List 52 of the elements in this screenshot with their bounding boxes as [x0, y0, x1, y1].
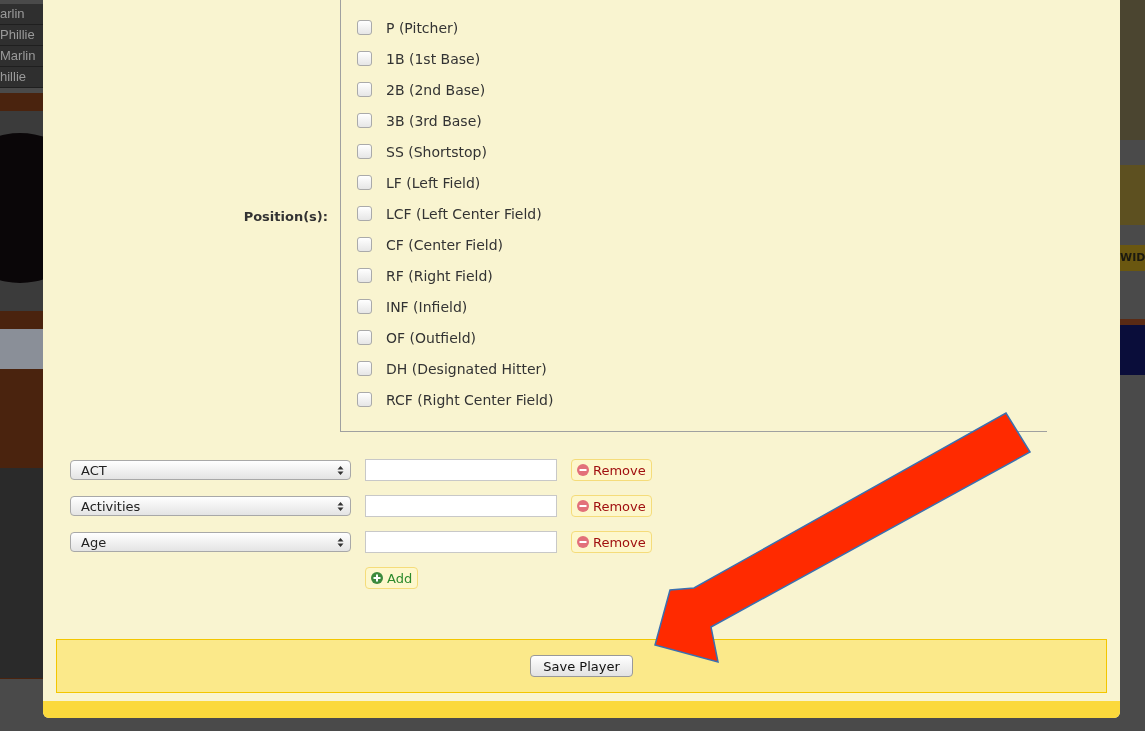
side-link[interactable]: arlin	[0, 4, 43, 25]
updown-arrows-icon	[337, 536, 344, 548]
attribute-select[interactable]: ACT	[70, 460, 351, 480]
checkbox[interactable]	[357, 82, 372, 97]
plus-icon	[371, 572, 383, 584]
backdrop-band	[1120, 165, 1145, 225]
save-player-button[interactable]: Save Player	[530, 655, 633, 677]
checkbox-label: LF (Left Field)	[386, 174, 481, 191]
checkbox-label: LCF (Left Center Field)	[386, 205, 542, 222]
value-input[interactable]	[365, 459, 557, 481]
banner-text: WID	[1120, 245, 1145, 271]
updown-arrows-icon	[337, 464, 344, 476]
remove-button[interactable]: Remove	[571, 495, 652, 517]
checkbox[interactable]	[357, 206, 372, 221]
checkbox-label: OF (Outfield)	[386, 329, 477, 346]
value-input[interactable]	[365, 531, 557, 553]
value-input[interactable]	[365, 495, 557, 517]
checkbox[interactable]	[357, 144, 372, 159]
remove-button[interactable]: Remove	[571, 459, 652, 481]
checkbox-label: 3B (3rd Base)	[386, 112, 482, 129]
checkbox[interactable]	[357, 392, 372, 407]
checkbox-label: DH (Designated Hitter)	[386, 360, 547, 377]
checkbox[interactable]	[357, 361, 372, 376]
minus-icon	[577, 464, 589, 476]
checkbox-label: RF (Right Field)	[386, 267, 493, 284]
checkbox-label: RCF (Right Center Field)	[386, 391, 554, 408]
side-link[interactable]: Phillie	[0, 25, 43, 46]
checkbox-label: 2B (2nd Base)	[386, 81, 486, 98]
updown-arrows-icon	[337, 500, 344, 512]
remove-button[interactable]: Remove	[571, 531, 652, 553]
checkbox[interactable]	[357, 268, 372, 283]
side-link[interactable]: Marlin	[0, 46, 43, 67]
attribute-select[interactable]: Age	[70, 532, 351, 552]
minus-icon	[577, 536, 589, 548]
checkbox-label: SS (Shortstop)	[386, 143, 487, 160]
checkbox[interactable]	[357, 237, 372, 252]
backdrop-band	[1120, 319, 1145, 375]
checkbox[interactable]	[357, 51, 372, 66]
attribute-select[interactable]: Activities	[70, 496, 351, 516]
checkbox-label: P (Pitcher)	[386, 19, 459, 36]
add-button[interactable]: Add	[365, 567, 419, 589]
side-link[interactable]: hillie	[0, 67, 43, 88]
checkbox[interactable]	[357, 330, 372, 345]
checkbox[interactable]	[357, 299, 372, 314]
checkbox[interactable]	[357, 175, 372, 190]
checkbox[interactable]	[357, 20, 372, 35]
checkbox-label: CF (Center Field)	[386, 236, 504, 253]
checkbox-label: 1B (1st Base)	[386, 50, 481, 67]
positions-label: Position(s):	[242, 208, 329, 224]
minus-icon	[577, 500, 589, 512]
checkbox[interactable]	[357, 113, 372, 128]
checkbox-label: INF (Infield)	[386, 298, 468, 315]
